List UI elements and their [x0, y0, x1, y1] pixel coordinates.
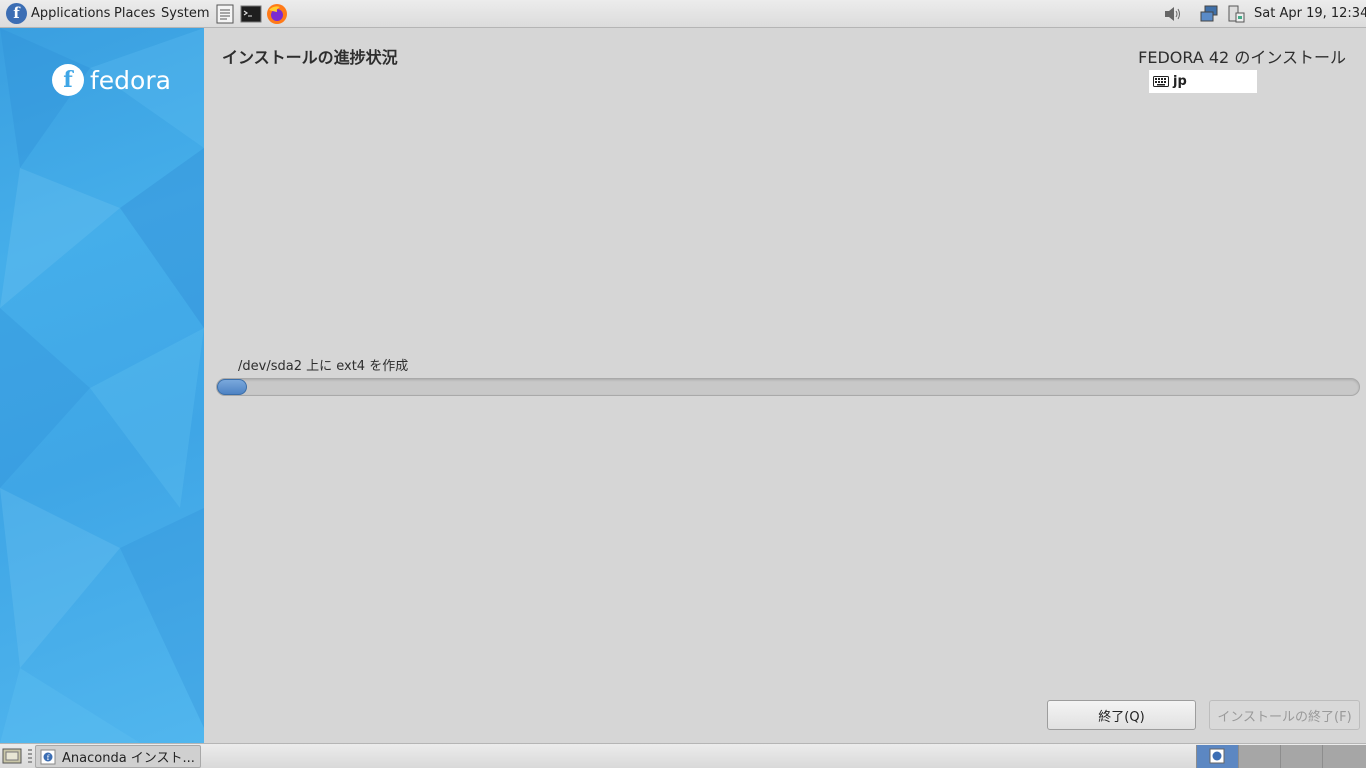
sidebar: f fedora	[0, 28, 204, 743]
workspace-3[interactable]	[1280, 745, 1322, 768]
volume-icon[interactable]	[1162, 4, 1182, 24]
workspace-1[interactable]	[1196, 745, 1238, 768]
keyboard-icon	[1153, 76, 1169, 87]
fedora-logo: f fedora	[52, 64, 171, 96]
taskbar-window-anaconda[interactable]: f Anaconda インスト...	[35, 745, 201, 768]
top-panel: f Applications Places System Sat Apr 19,…	[0, 0, 1366, 28]
install-progress-fill	[217, 379, 247, 395]
workspace-4[interactable]	[1322, 745, 1366, 768]
panel-drag-handle[interactable]	[28, 749, 32, 763]
quit-button[interactable]: 終了(Q)	[1047, 700, 1196, 730]
fedora-logo-text: fedora	[90, 65, 171, 95]
system-menu[interactable]: System	[161, 6, 209, 21]
install-progress-bar	[216, 378, 1360, 396]
workspace-2[interactable]	[1238, 745, 1280, 768]
fedora-menu-icon[interactable]: f	[6, 3, 27, 24]
bottom-panel: f Anaconda インスト...	[0, 743, 1366, 768]
main-content: インストールの進捗状況 FEDORA 42 のインストール jp /dev/sd…	[204, 28, 1366, 743]
text-editor-launcher-icon[interactable]	[214, 3, 236, 25]
fedora-logo-icon: f	[52, 64, 84, 96]
clock[interactable]: Sat Apr 19, 12:34	[1254, 6, 1366, 21]
finish-installation-button[interactable]: インストールの終了(F)	[1209, 700, 1360, 730]
progress-status-text: /dev/sda2 上に ext4 を作成	[238, 359, 409, 374]
terminal-launcher-icon[interactable]	[240, 3, 262, 25]
taskbar-window-label: Anaconda インスト...	[62, 751, 195, 766]
sidebar-background-pattern	[0, 28, 204, 743]
keyboard-layout-indicator[interactable]: jp	[1149, 70, 1257, 93]
power-icon[interactable]	[1226, 4, 1246, 24]
keyboard-layout-label: jp	[1173, 74, 1187, 89]
page-title: インストールの進捗状況	[222, 48, 398, 67]
workspace-window-icon	[1209, 748, 1225, 764]
anaconda-window-icon: f	[40, 749, 56, 764]
places-menu[interactable]: Places	[114, 6, 155, 21]
network-icon[interactable]	[1199, 4, 1219, 24]
product-title: FEDORA 42 のインストール	[1138, 48, 1346, 67]
show-desktop-icon[interactable]	[2, 747, 22, 765]
firefox-launcher-icon[interactable]	[266, 3, 288, 25]
applications-menu[interactable]: Applications	[31, 6, 110, 21]
